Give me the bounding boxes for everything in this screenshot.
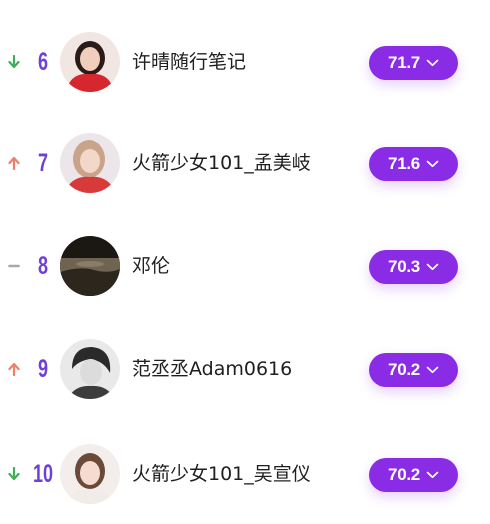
ranking-row[interactable]: 7 火箭少女101_孟美岐 71.6 xyxy=(0,128,490,198)
arrow-up-icon xyxy=(4,150,24,176)
chevron-down-icon xyxy=(426,59,439,67)
rank-number: 9 xyxy=(37,355,49,383)
score-value: 70.3 xyxy=(388,257,420,276)
score-dropdown-button[interactable]: 70.2 xyxy=(369,353,458,387)
ranking-list: 6 许晴随行笔记 71.7 7 火箭少女101_孟美岐 71.6 8 邓伦 70… xyxy=(0,0,490,524)
score-value: 71.6 xyxy=(388,154,420,173)
rank-number: 7 xyxy=(37,149,49,177)
rank-number: 6 xyxy=(37,48,49,76)
ranking-row[interactable]: 9 范丞丞Adam0616 70.2 xyxy=(0,334,490,404)
score-value: 70.2 xyxy=(388,465,420,484)
user-name[interactable]: 范丞丞Adam0616 xyxy=(132,354,292,384)
avatar[interactable] xyxy=(60,444,120,504)
avatar[interactable] xyxy=(60,236,120,296)
score-value: 71.7 xyxy=(388,53,420,72)
arrow-up-icon xyxy=(4,356,24,382)
chevron-down-icon xyxy=(426,263,439,271)
score-value: 70.2 xyxy=(388,360,420,379)
chevron-down-icon xyxy=(426,160,439,168)
user-name[interactable]: 许晴随行笔记 xyxy=(132,47,246,77)
rank-number: 8 xyxy=(37,252,49,280)
arrow-down-icon xyxy=(4,49,24,75)
ranking-row[interactable]: 10 火箭少女101_吴宣仪 70.2 xyxy=(0,439,490,509)
ranking-row[interactable]: 8 邓伦 70.3 xyxy=(0,231,490,301)
score-dropdown-button[interactable]: 70.2 xyxy=(369,458,458,492)
user-name[interactable]: 邓伦 xyxy=(132,251,170,281)
score-dropdown-button[interactable]: 71.7 xyxy=(369,46,458,80)
user-name[interactable]: 火箭少女101_吴宣仪 xyxy=(132,459,311,489)
avatar[interactable] xyxy=(60,133,120,193)
score-dropdown-button[interactable]: 70.3 xyxy=(369,250,458,284)
ranking-row[interactable]: 6 许晴随行笔记 71.7 xyxy=(0,27,490,97)
chevron-down-icon xyxy=(426,471,439,479)
user-name[interactable]: 火箭少女101_孟美岐 xyxy=(132,148,311,178)
dash-icon xyxy=(4,253,24,279)
arrow-down-icon xyxy=(4,461,24,487)
score-dropdown-button[interactable]: 71.6 xyxy=(369,147,458,181)
rank-number: 10 xyxy=(32,460,54,488)
avatar[interactable] xyxy=(60,32,120,92)
avatar[interactable] xyxy=(60,339,120,399)
chevron-down-icon xyxy=(426,366,439,374)
